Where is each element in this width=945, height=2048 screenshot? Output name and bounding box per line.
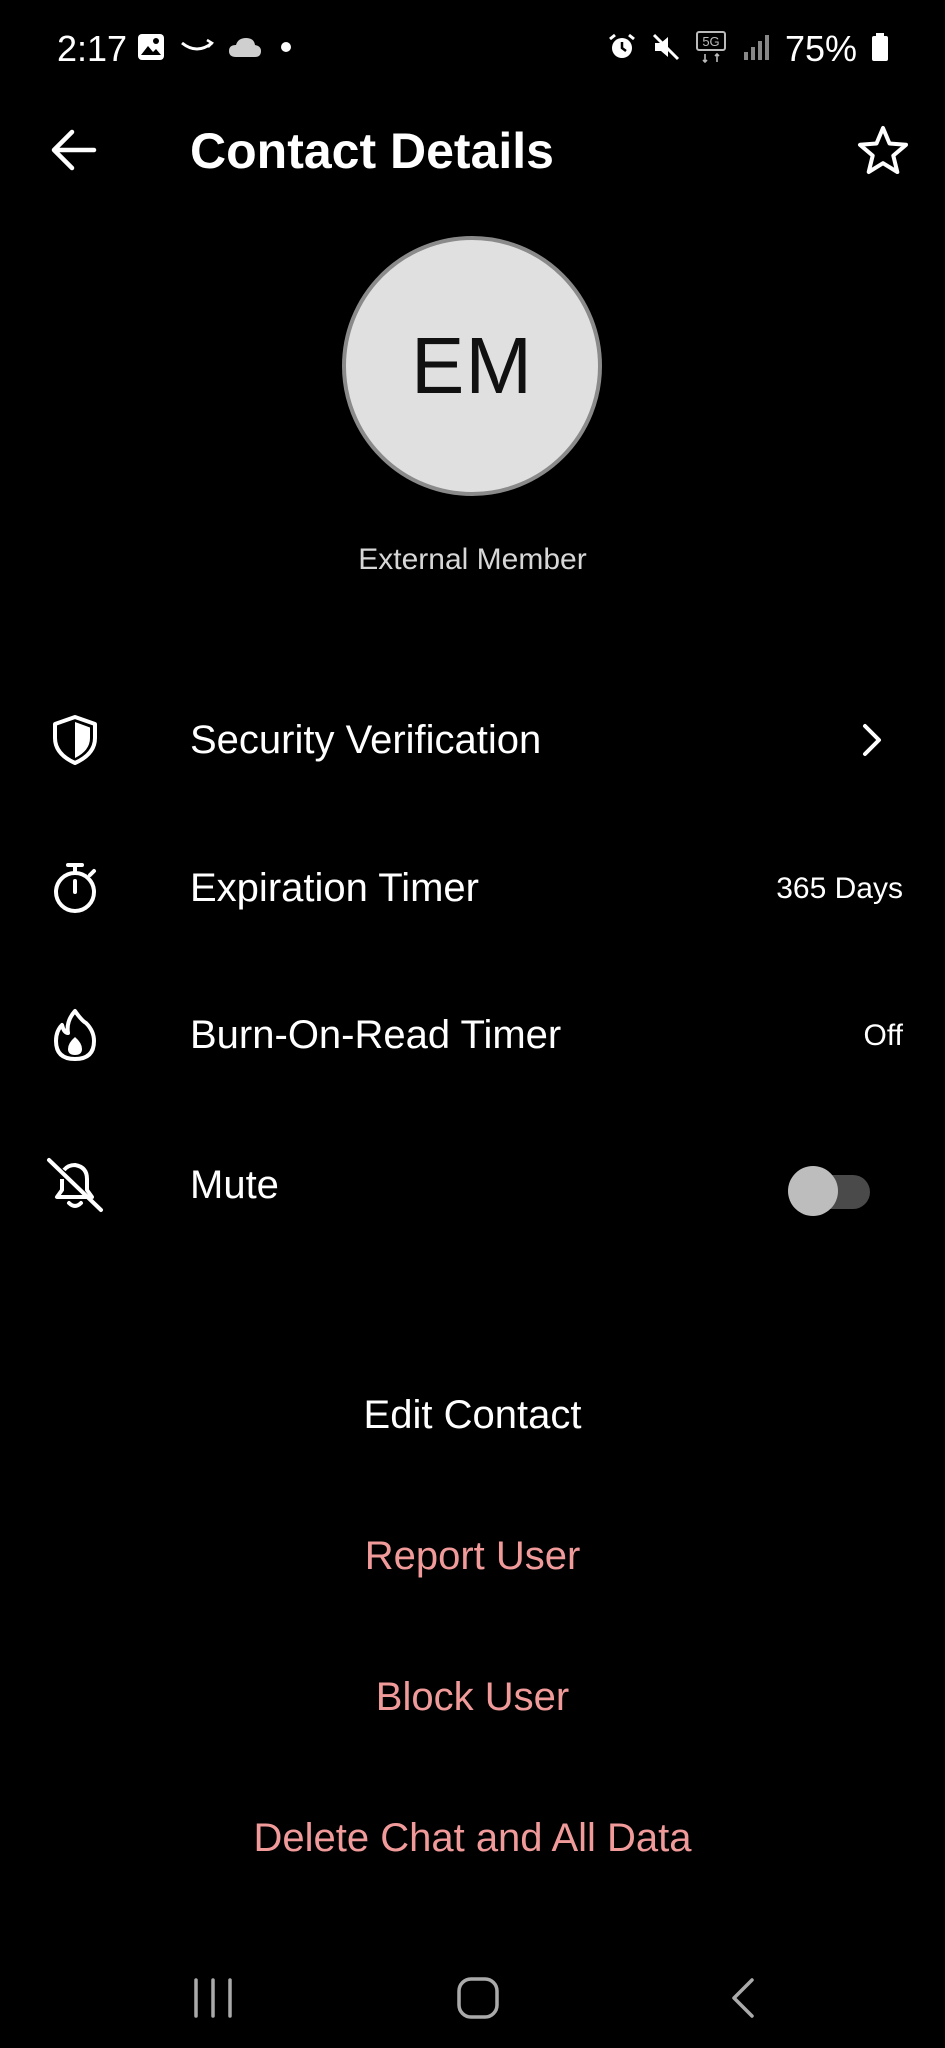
status-bar: 2:17 5G 75%	[0, 0, 945, 100]
mute-row[interactable]: Mute	[0, 1125, 945, 1245]
battery-percent: 75%	[784, 28, 857, 69]
expiration-timer-value: 365 Days	[776, 872, 903, 905]
mute-toggle[interactable]	[788, 1165, 874, 1216]
bell-off-icon	[40, 1155, 110, 1215]
contact-subtitle: External Member	[358, 543, 587, 576]
page-title: Contact Details	[190, 123, 554, 179]
amazon-smile-icon	[180, 37, 215, 62]
expiration-timer-row[interactable]: Expiration Timer 365 Days	[0, 828, 945, 948]
mute-label: Mute	[190, 1163, 279, 1207]
security-verification-label: Security Verification	[190, 718, 542, 762]
status-right: 5G 75%	[607, 28, 889, 70]
app-header: Contact Details	[0, 100, 945, 200]
burn-on-read-value: Off	[863, 1019, 903, 1052]
home-button[interactable]	[443, 1968, 513, 2028]
block-user-button[interactable]: Block User	[0, 1675, 945, 1720]
recent-apps-button[interactable]	[178, 1968, 248, 2028]
flame-icon	[40, 1005, 110, 1065]
home-icon	[457, 1977, 499, 2019]
edit-contact-button[interactable]: Edit Contact	[0, 1393, 945, 1438]
system-nav-bar	[0, 1940, 945, 2048]
chevron-right-icon	[852, 716, 892, 764]
svg-text:5G: 5G	[702, 34, 719, 49]
status-left-icons	[136, 32, 296, 67]
shield-icon	[40, 710, 110, 770]
mute-toggle-thumb	[788, 1166, 838, 1216]
mute-icon	[651, 32, 681, 67]
avatar-initials: EM	[411, 321, 533, 410]
security-verification-row[interactable]: Security Verification	[0, 680, 945, 800]
chevron-left-icon	[732, 1978, 754, 2018]
5g-icon: 5G	[695, 30, 727, 69]
system-back-button[interactable]	[708, 1968, 778, 2028]
back-button[interactable]	[40, 120, 108, 180]
delete-chat-button[interactable]: Delete Chat and All Data	[0, 1816, 945, 1861]
alarm-icon	[607, 32, 637, 67]
burn-on-read-row[interactable]: Burn-On-Read Timer Off	[0, 975, 945, 1095]
favorite-button[interactable]	[850, 120, 916, 182]
expiration-timer-label: Expiration Timer	[190, 866, 479, 910]
signal-icon	[741, 32, 771, 67]
battery-icon	[871, 32, 889, 67]
contact-details-screen: 2:17 5G 75% Contact Details EM External …	[0, 0, 945, 2048]
star-outline-icon	[858, 126, 908, 174]
arrow-left-icon	[51, 129, 97, 171]
dot-icon	[276, 37, 296, 62]
burn-on-read-label: Burn-On-Read Timer	[190, 1013, 562, 1057]
recent-apps-icon	[194, 1978, 232, 2018]
stopwatch-icon	[40, 858, 110, 918]
cloud-icon	[228, 35, 262, 64]
status-time: 2:17	[57, 28, 128, 69]
report-user-button[interactable]: Report User	[0, 1534, 945, 1579]
avatar: EM	[342, 236, 602, 496]
image-icon	[136, 32, 166, 67]
